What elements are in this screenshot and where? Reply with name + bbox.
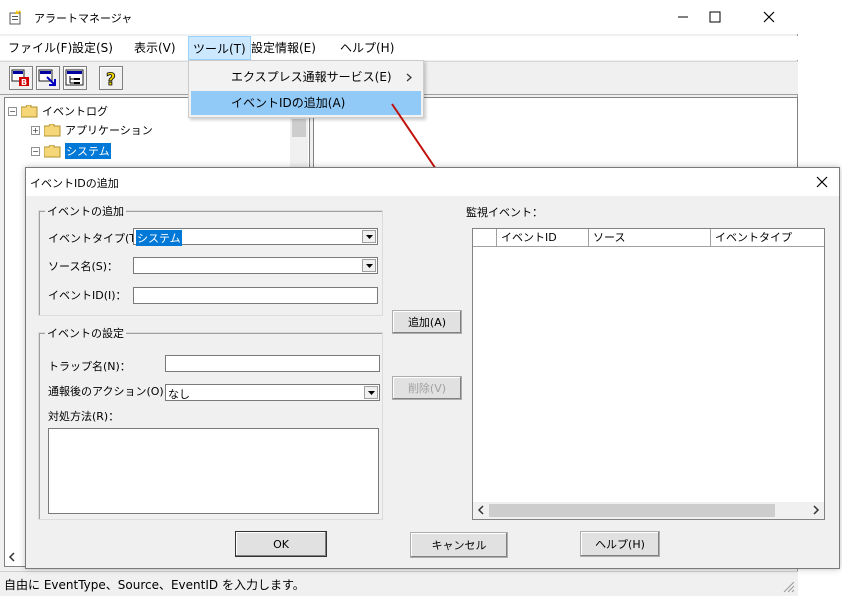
folder-open-icon [43, 144, 61, 158]
menu-help[interactable]: ヘルプ(H) [336, 36, 398, 60]
button-label: 削除(V) [407, 382, 447, 395]
dialog-close-button[interactable] [806, 168, 838, 196]
monitored-events-list[interactable]: イベントID ソース イベントタイプ [472, 228, 825, 520]
collapse-icon[interactable]: − [8, 106, 17, 116]
import-icon [38, 69, 56, 86]
menu-tools[interactable]: ツール(T) [188, 36, 251, 60]
event-type-combo[interactable]: システム [133, 228, 378, 246]
menu-settings[interactable]: 設定(S) [68, 36, 117, 60]
scroll-thumb[interactable] [292, 119, 306, 137]
column-header-event-id[interactable]: イベントID [497, 229, 589, 246]
menu-item-label: エクスプレス通報サービス(E) [231, 70, 392, 84]
tree-node-system[interactable]: − システム [31, 142, 111, 160]
folder-icon [43, 123, 61, 137]
resize-grip-icon[interactable] [782, 580, 795, 593]
close-icon [763, 11, 775, 23]
action-label: 通報後のアクション(O)： [48, 385, 175, 398]
monitored-events-label: 監視イベント： [466, 206, 543, 219]
tree-label-selected: システム [65, 143, 111, 159]
status-bar: 自由に EventType、Source、EventID を入力します。 [0, 571, 798, 596]
scroll-thumb[interactable] [489, 504, 775, 517]
menu-view[interactable]: 表示(V) [130, 36, 180, 60]
scroll-right-icon[interactable] [811, 505, 821, 515]
event-type-value: システム [136, 230, 182, 246]
source-label: ソース名(S)： [48, 260, 119, 273]
tree-node-application[interactable]: + アプリケーション [31, 121, 153, 139]
app-icon [9, 10, 21, 25]
submenu-arrow-icon [406, 73, 412, 82]
menu-file[interactable]: ファイル(F) [4, 36, 76, 60]
maximize-icon [709, 11, 721, 23]
ok-button[interactable]: OK [235, 531, 327, 557]
scroll-left-icon[interactable] [476, 505, 486, 515]
chevron-down-icon[interactable] [362, 259, 376, 272]
tree-view-icon [65, 69, 84, 86]
tree-label: イベントログ [42, 105, 108, 118]
settings-red-icon: B [11, 69, 29, 87]
menu-item-label: イベントIDの追加(A) [231, 96, 346, 110]
menu-bar: ファイル(F) 設定(S) 表示(V) ツール(T) 設定情報(E) ヘルプ(H… [0, 36, 798, 60]
button-label: 追加(A) [407, 316, 447, 329]
toolbar-settings-button[interactable]: B [9, 66, 33, 90]
source-combo[interactable] [133, 257, 378, 274]
column-header-source[interactable]: ソース [589, 229, 711, 246]
toolbar-import-button[interactable] [36, 66, 60, 90]
horizontal-scrollbar[interactable] [473, 502, 824, 519]
chevron-down-icon[interactable] [362, 230, 376, 243]
event-id-label: イベントID(I)： [48, 289, 127, 302]
list-header: イベントID ソース イベントタイプ [473, 229, 824, 247]
dialog-title: イベントIDの追加 [30, 177, 119, 190]
dialog-title-bar: イベントIDの追加 [26, 168, 839, 196]
folder-open-icon [20, 104, 38, 118]
menu-item-express-report[interactable]: エクスプレス通報サービス(E) [191, 65, 421, 89]
group-label: イベントの設定 [45, 325, 126, 341]
button-label: ヘルプ(H) [595, 538, 645, 551]
maximize-button[interactable] [692, 0, 738, 34]
cancel-button[interactable]: キャンセル [410, 532, 508, 558]
button-label: OK [273, 537, 289, 551]
svg-text:?: ? [106, 70, 116, 89]
toolbar-help-button[interactable]: ? [99, 66, 123, 90]
column-header-event-type[interactable]: イベントタイプ [711, 229, 824, 246]
window-title: アラートマネージャ [34, 12, 133, 25]
trap-name-label: トラップ名(N)： [48, 360, 131, 373]
chevron-down-icon[interactable] [364, 386, 378, 399]
collapse-icon[interactable]: − [31, 146, 40, 156]
column-header-blank[interactable] [473, 229, 497, 246]
minimize-icon [678, 16, 688, 18]
scroll-left-icon[interactable] [7, 552, 17, 562]
tree-label: アプリケーション [65, 124, 153, 137]
toolbar-tree-button[interactable] [63, 66, 87, 90]
expand-icon[interactable]: + [31, 125, 40, 135]
method-textarea[interactable] [48, 428, 379, 514]
button-label: キャンセル [431, 539, 487, 552]
help-button[interactable]: ヘルプ(H) [580, 531, 660, 557]
add-event-id-dialog: イベントIDの追加 イベントの追加 イベントタイプ(T)： システム ソース名(… [25, 167, 840, 569]
menu-config-info[interactable]: 設定情報(E) [247, 36, 320, 60]
add-button[interactable]: 追加(A) [392, 310, 462, 334]
close-button[interactable] [746, 0, 792, 34]
close-icon [816, 176, 828, 188]
method-label: 対処方法(R)： [48, 410, 120, 423]
title-bar: アラートマネージャ [0, 0, 798, 34]
help-icon: ? [106, 70, 117, 91]
tree-node-eventlog[interactable]: − イベントログ [8, 102, 108, 120]
group-label: イベントの追加 [45, 203, 126, 219]
event-id-input[interactable] [133, 287, 378, 304]
trap-name-input[interactable] [165, 355, 380, 372]
delete-button[interactable]: 削除(V) [392, 376, 462, 400]
action-combo[interactable]: なし [165, 384, 380, 401]
status-text: 自由に EventType、Source、EventID を入力します。 [4, 578, 305, 592]
action-value: なし [168, 388, 190, 401]
svg-text:B: B [21, 78, 27, 87]
